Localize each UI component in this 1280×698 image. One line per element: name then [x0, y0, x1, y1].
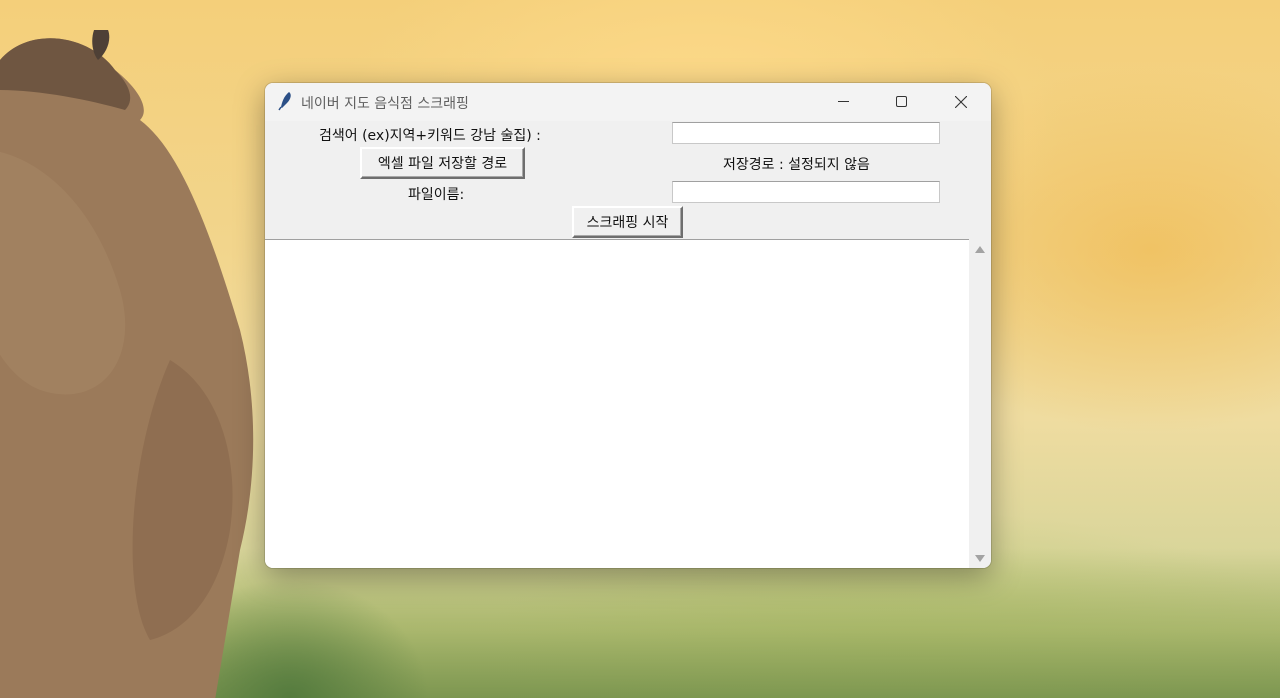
close-button[interactable]	[938, 83, 984, 121]
search-label: 검색어 (ex)지역+키워드 강남 술집) :	[319, 128, 541, 144]
filename-input[interactable]	[672, 181, 940, 203]
save-path-button[interactable]: 엑셀 파일 저장할 경로	[360, 147, 525, 179]
window-title: 네이버 지도 음식점 스크래핑	[301, 96, 469, 112]
title-bar[interactable]: 네이버 지도 음식점 스크래핑	[265, 83, 991, 121]
maximize-icon	[896, 96, 907, 107]
save-path-status: 저장경로 : 설정되지 않음	[723, 157, 870, 173]
maximize-button[interactable]	[879, 83, 925, 121]
scroll-down-icon[interactable]	[975, 555, 985, 562]
minimize-icon	[838, 101, 849, 102]
log-scrollbar[interactable]	[969, 239, 991, 568]
close-icon	[955, 96, 967, 108]
app-window: 네이버 지도 음식점 스크래핑 검색어 (ex)지역+키워드 강남 술집) : …	[265, 83, 991, 568]
log-textbox[interactable]	[265, 239, 969, 568]
search-input[interactable]	[672, 122, 940, 144]
feather-icon	[278, 92, 291, 111]
wallpaper-animal	[0, 30, 254, 698]
scroll-up-icon[interactable]	[975, 246, 985, 253]
start-scraping-button[interactable]: 스크래핑 시작	[572, 206, 683, 238]
filename-label: 파일이름:	[408, 187, 465, 203]
minimize-button[interactable]	[821, 83, 867, 121]
